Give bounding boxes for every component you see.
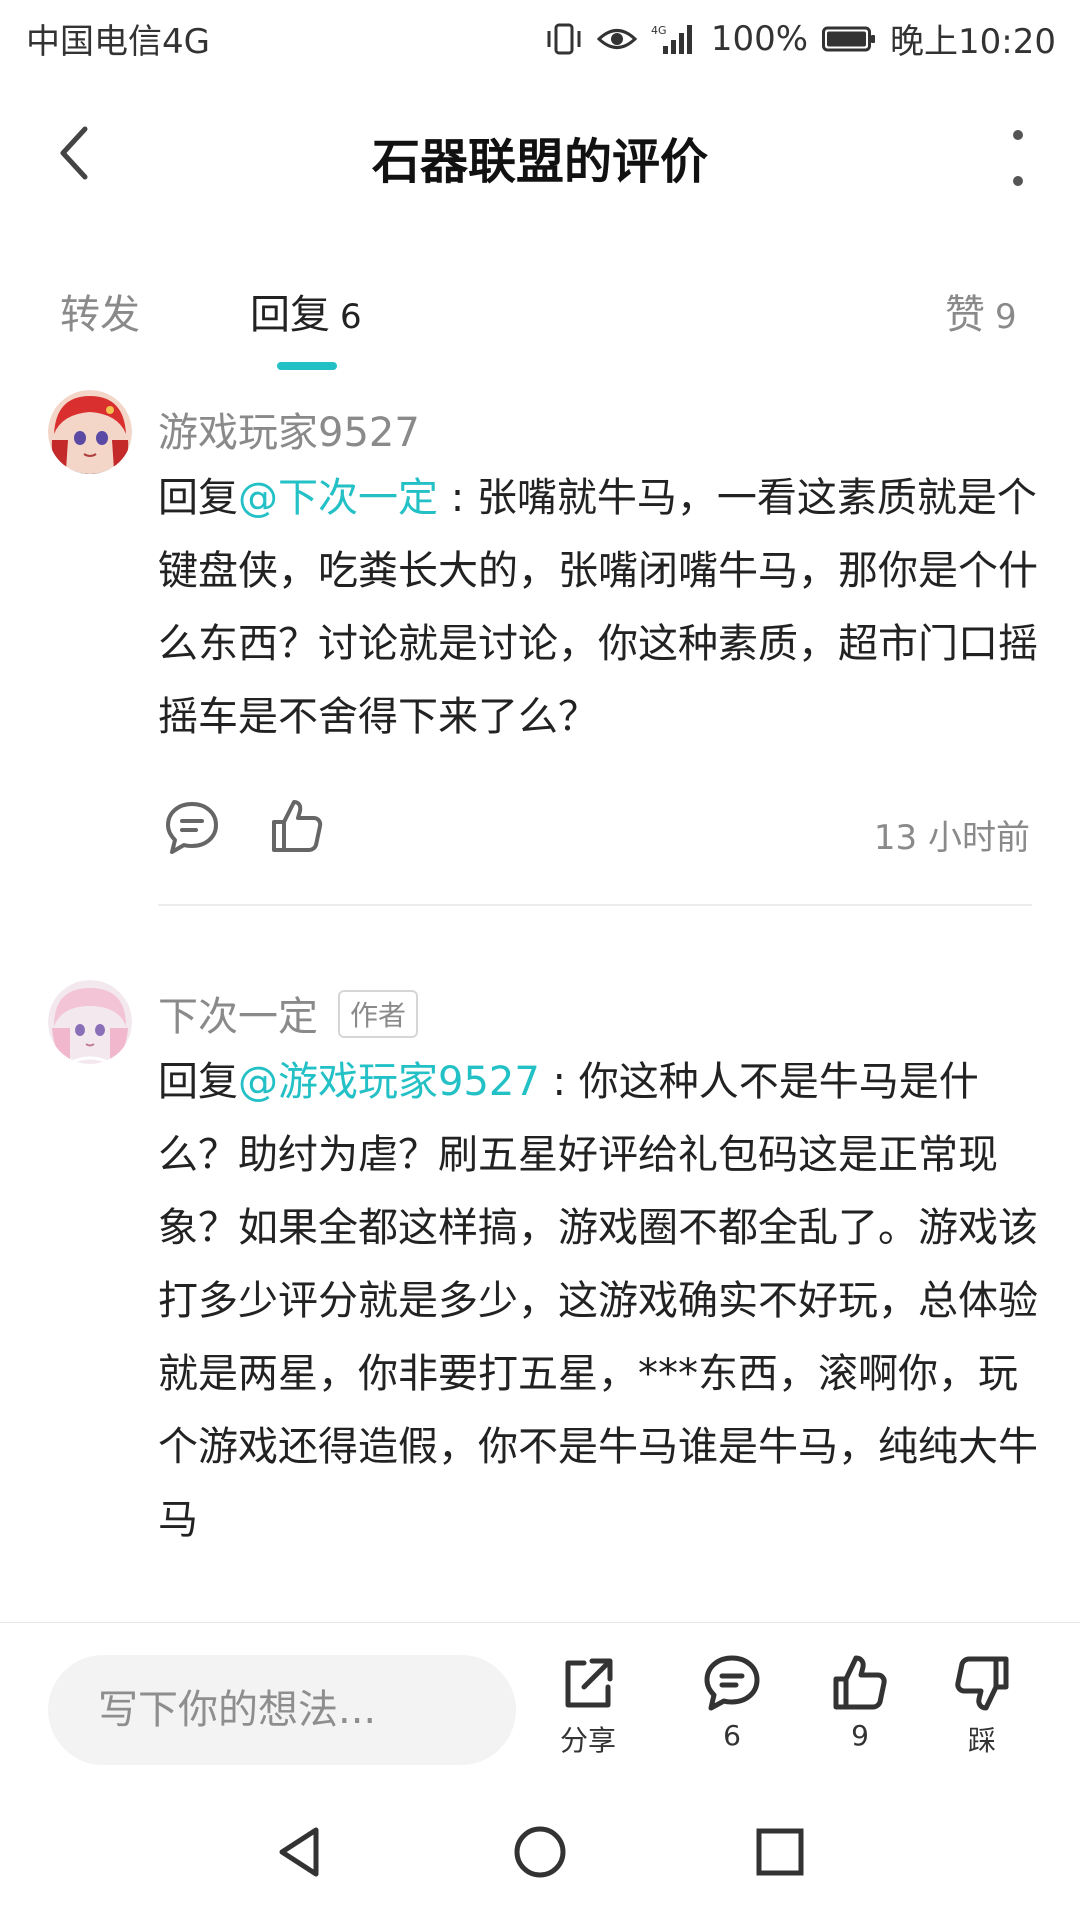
comment-input[interactable] (48, 1655, 516, 1765)
triangle-back-icon (279, 1827, 319, 1877)
share-button[interactable]: 分享 (528, 1653, 648, 1773)
comment-text: 回复@下次一定 : 张嘴就牛马，一看这素质就是个键盘侠，吃粪长大的，张嘴闭嘴牛马… (158, 462, 1038, 754)
status-icons: 4G 100% 晚上10:20 (545, 14, 1056, 63)
nav-back-button[interactable] (260, 1812, 340, 1892)
tab-replies[interactable]: 回复 6 (250, 282, 362, 340)
signal-icon: 4G (651, 24, 692, 54)
vibrate-icon (547, 23, 581, 54)
tab-replies-label: 回复 (250, 292, 330, 338)
mention-link[interactable]: @下次一定 (238, 475, 438, 521)
tab-forward[interactable]: 转发 (60, 282, 140, 340)
top-app-bar: 石器联盟的评价 (0, 90, 1080, 220)
avatar-image (48, 980, 132, 1064)
tab-likes[interactable]: 赞9 (945, 282, 1017, 340)
avatar[interactable] (48, 980, 132, 1064)
comment-divider (158, 904, 1032, 906)
eye-icon (596, 28, 637, 49)
tab-forward-label: 转发 (60, 292, 140, 338)
tab-likes-label: 赞 (945, 292, 985, 338)
comment-username[interactable]: 游戏玩家9527 (158, 400, 420, 458)
more-options-button[interactable] (1006, 130, 1030, 186)
comment-username[interactable]: 下次一定 (158, 984, 318, 1042)
share-label: 分享 (559, 1724, 616, 1757)
tab-likes-count: 9 (995, 297, 1017, 337)
svg-text:4G: 4G (651, 24, 667, 37)
like-button[interactable]: 9 (800, 1653, 920, 1773)
dislike-button[interactable]: 踩 (922, 1653, 1042, 1773)
nav-home-button[interactable] (500, 1812, 580, 1892)
carrier-label: 中国电信4G (26, 22, 210, 62)
square-recents-icon (756, 1828, 804, 1876)
active-tab-indicator (277, 362, 337, 370)
comment-count: 6 (723, 1719, 741, 1752)
page-title: 石器联盟的评价 (371, 134, 708, 190)
reply-icon[interactable] (162, 798, 222, 858)
comment-timestamp: 13 小时前 (873, 818, 1030, 858)
circle-home-icon (514, 1826, 566, 1878)
battery-icon (822, 26, 876, 51)
clock: 晚上10:20 (890, 22, 1056, 62)
system-nav-bar (0, 1782, 1080, 1920)
more-dot (1013, 130, 1023, 140)
battery-percent: 100% (710, 18, 809, 59)
thumbs-up-icon[interactable] (266, 796, 326, 856)
reply-prefix: 回复 (158, 1059, 238, 1105)
more-dot (1013, 176, 1023, 186)
dislike-label: 踩 (967, 1724, 996, 1757)
status-bar: 中国电信4G 4G 100% 晚上10:20 (0, 0, 1080, 74)
thumbs-down-icon (955, 1656, 1009, 1711)
comments-button[interactable]: 6 (672, 1653, 792, 1773)
mention-link[interactable]: @游戏玩家9527 (238, 1059, 540, 1105)
comment-body: : 你这种人不是牛马是什么？助纣为虐？刷五星好评给礼包码这是正常现象？如果全都这… (158, 1059, 1038, 1543)
avatar[interactable] (48, 390, 132, 474)
thumbs-up-icon (833, 1655, 887, 1710)
avatar-image (48, 390, 132, 474)
tab-bar: 转发 回复 6 赞9 (0, 270, 1080, 370)
reply-prefix: 回复 (158, 475, 238, 521)
like-count: 9 (851, 1719, 869, 1752)
tab-replies-count: 6 (340, 297, 362, 337)
comment-text: 回复@游戏玩家9527 : 你这种人不是牛马是什么？助纣为虐？刷五星好评给礼包码… (158, 1046, 1038, 1557)
author-badge: 作者 (338, 990, 419, 1038)
share-icon (565, 1658, 613, 1708)
bottom-action-bar: 分享 6 9 踩 (0, 1622, 1080, 1782)
comment-icon (704, 1655, 760, 1711)
nav-recents-button[interactable] (740, 1812, 820, 1892)
